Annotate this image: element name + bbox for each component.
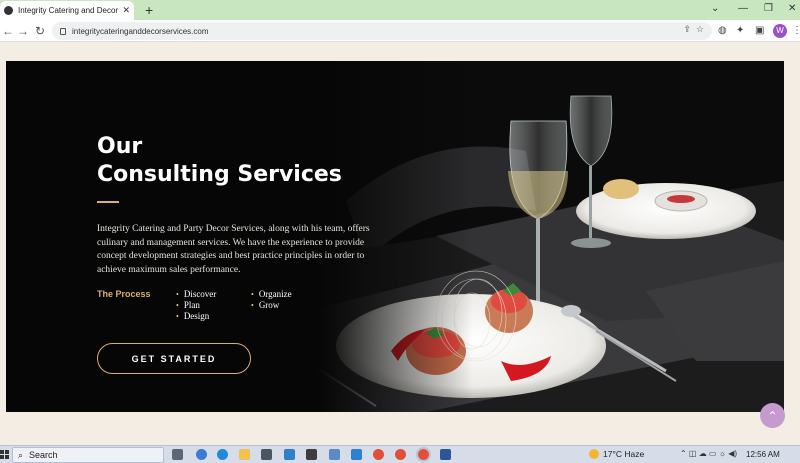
store-icon[interactable]: [261, 449, 272, 460]
process-step: Design: [176, 311, 216, 322]
process-list-1: Discover Plan Design: [176, 289, 217, 322]
reload-icon[interactable]: ↻: [35, 23, 45, 39]
process-step: Grow: [251, 300, 292, 311]
title-divider: [97, 201, 119, 203]
page-content: Our Consulting Services Integrity Cateri…: [0, 43, 800, 445]
process-list-2: Organize Grow: [251, 289, 292, 311]
new-tab-button[interactable]: +: [145, 2, 153, 18]
hero-description: Integrity Catering and Party Decor Servi…: [97, 224, 370, 275]
mail-icon[interactable]: [284, 449, 295, 460]
tab-close-icon[interactable]: ✕: [122, 5, 130, 16]
url-text: integritycateringanddecorservices.com: [72, 26, 209, 36]
address-bar[interactable]: integritycateringanddecorservices.com ⇪ …: [52, 22, 712, 40]
puzzle-extensions-icon[interactable]: ✦: [736, 24, 744, 38]
lock-icon: [60, 27, 66, 35]
restore-button[interactable]: ❐: [764, 2, 773, 16]
chrome-active-icon[interactable]: [416, 447, 431, 462]
chrome-icon-2[interactable]: [395, 449, 406, 460]
process-label: The Process: [97, 289, 151, 299]
system-tray-icons[interactable]: ⌃ ◫ ☁ ▭ ☼ ◀): [680, 449, 737, 458]
site-favicon-icon: [4, 6, 13, 15]
close-window-button[interactable]: ✕: [788, 2, 796, 16]
app-icon[interactable]: [306, 449, 317, 460]
process-step: Organize: [251, 289, 292, 300]
taskbar-clock[interactable]: 12:56 AM: [746, 450, 780, 459]
menu-icon[interactable]: ⋮: [792, 24, 800, 38]
word-icon[interactable]: [440, 449, 451, 460]
hero-title-line1: Our: [97, 134, 143, 159]
app-icon-2[interactable]: [329, 449, 340, 460]
browser-toolbar: ← → ↻ integritycateringanddecorservices.…: [0, 20, 800, 42]
weather-text: 17°C Haze: [603, 449, 645, 459]
back-icon[interactable]: ←: [2, 23, 14, 39]
windows-taskbar: ⌕ Search 17°C Haze ⌃ ◫ ☁ ▭ ☼ ◀) 12:56 AM: [0, 445, 800, 463]
browser-tab-bar: Integrity Catering and Decor Se ✕ + ⌄ — …: [0, 0, 800, 20]
weather-widget[interactable]: 17°C Haze: [589, 449, 644, 459]
consulting-hero-section: Our Consulting Services Integrity Cateri…: [6, 61, 784, 412]
get-started-button[interactable]: GET STARTED: [97, 343, 251, 374]
search-icon: ⌕: [18, 449, 24, 460]
profile-avatar[interactable]: W: [773, 24, 787, 38]
edge-browser-icon[interactable]: [217, 449, 228, 460]
share-and-bookmark-icons[interactable]: ⇪ ☆: [683, 24, 704, 35]
forward-icon[interactable]: →: [17, 23, 29, 39]
hero-title: Our Consulting Services: [97, 133, 342, 189]
extension-icon[interactable]: ◍: [718, 24, 727, 38]
scroll-to-top-button[interactable]: ⌃: [760, 403, 785, 428]
windows-start-icon[interactable]: [0, 450, 10, 460]
tab-title: Integrity Catering and Decor Se: [18, 6, 119, 15]
taskbar-search-box[interactable]: ⌕ Search: [12, 447, 164, 463]
widgets-icon[interactable]: [196, 449, 207, 460]
browser-tab[interactable]: Integrity Catering and Decor Se ✕: [0, 1, 134, 20]
haze-sun-icon: [589, 449, 599, 459]
chrome-icon[interactable]: [373, 449, 384, 460]
task-view-icon[interactable]: [172, 449, 183, 460]
process-step: Discover: [176, 289, 217, 300]
search-label: Search: [29, 450, 58, 460]
hero-title-line2: Consulting Services: [97, 162, 342, 187]
minimize-button[interactable]: —: [738, 2, 748, 16]
process-step: Plan: [176, 300, 216, 311]
side-panel-icon[interactable]: ▣: [755, 24, 764, 38]
vscode-icon[interactable]: [351, 449, 362, 460]
tab-search-icon[interactable]: ⌄: [711, 2, 719, 16]
file-explorer-icon[interactable]: [239, 449, 250, 460]
chevron-up-icon: ⌃: [767, 408, 778, 423]
